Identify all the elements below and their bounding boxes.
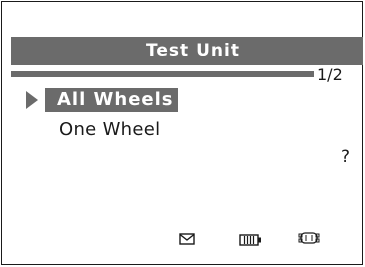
selection-arrow-icon xyxy=(26,91,38,109)
menu-item-one-wheel[interactable]: One Wheel xyxy=(59,118,160,142)
page-indicator: 1/2 xyxy=(317,65,343,84)
device-screen: Test Unit 1/2 All Wheels One Wheel ? xyxy=(1,1,363,265)
menu-item-all-wheels[interactable]: All Wheels xyxy=(45,88,178,112)
vehicle-connection-icon xyxy=(298,230,320,249)
message-icon xyxy=(179,230,195,249)
menu-item-label: All Wheels xyxy=(57,89,174,110)
help-button[interactable]: ? xyxy=(341,147,350,167)
page-scroll-bar xyxy=(11,71,314,77)
page-title: Test Unit xyxy=(146,41,240,61)
menu-item-label: One Wheel xyxy=(59,119,161,140)
title-bar: Test Unit xyxy=(11,37,363,65)
battery-icon xyxy=(239,231,263,250)
